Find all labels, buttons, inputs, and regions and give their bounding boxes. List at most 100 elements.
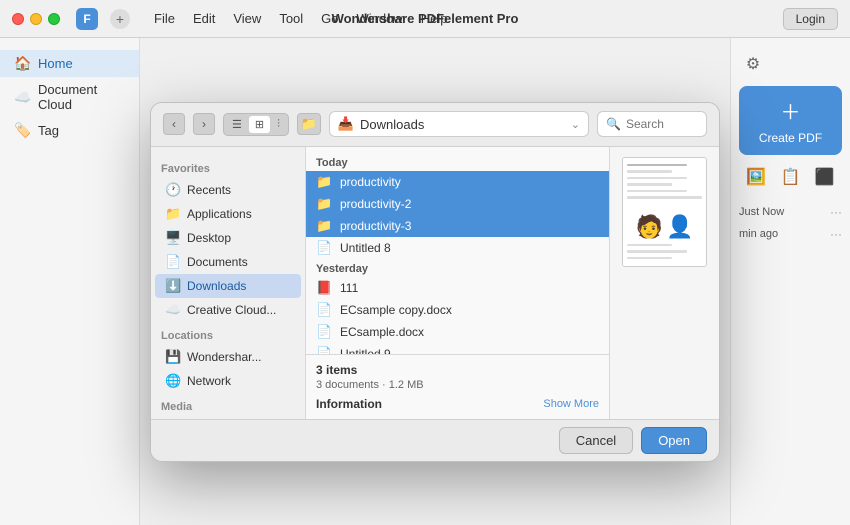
- recent-item-2: min ago ···: [739, 225, 842, 243]
- ds-documents[interactable]: 📄 Documents: [155, 250, 301, 274]
- view-toggle: ☰ ⊞ ⫶: [223, 113, 289, 136]
- preview-page: 🧑 👤: [623, 158, 706, 266]
- ds-recents[interactable]: 🕐 Recents: [155, 178, 301, 202]
- new-folder-button[interactable]: 📁: [297, 113, 321, 135]
- rp-icon-2[interactable]: 📋: [781, 167, 801, 187]
- location-label: Downloads: [360, 117, 424, 132]
- file-item-ecsample-copy[interactable]: 📄 ECsample copy.docx: [306, 299, 609, 321]
- recent-item-1: Just Now ···: [739, 203, 842, 221]
- view-grid-button[interactable]: ⊞: [249, 116, 270, 133]
- dialog-sidebar: Favorites 🕐 Recents 📁 Applications 🖥️ De…: [151, 147, 306, 419]
- sidebar-item-document-cloud[interactable]: ☁️ Document Cloud: [0, 77, 139, 117]
- ds-desktop[interactable]: 🖥️ Desktop: [155, 226, 301, 250]
- file-item-untitled8[interactable]: 📄 Untitled 8: [306, 237, 609, 259]
- sidebar-item-home[interactable]: 🏠 Home: [0, 50, 139, 77]
- desktop-icon: 🖥️: [165, 230, 181, 246]
- recent-time-2: min ago: [739, 228, 778, 240]
- search-icon: 🔍: [606, 117, 621, 131]
- login-button[interactable]: Login: [783, 8, 838, 30]
- create-pdf-button[interactable]: ＋ Create PDF: [739, 86, 842, 155]
- creative-cloud-icon: ☁️: [165, 302, 181, 318]
- recent-dots-2[interactable]: ···: [830, 227, 842, 241]
- app-body: 🏠 Home ☁️ Document Cloud 🏷️ Tag ‹ › ☰ ⊞ …: [0, 38, 850, 525]
- maximize-button[interactable]: [48, 13, 60, 25]
- search-input[interactable]: [626, 117, 706, 131]
- dialog-body: Favorites 🕐 Recents 📁 Applications 🖥️ De…: [151, 147, 719, 419]
- location-bar: 📥 Downloads ⌄: [329, 111, 589, 137]
- file-item-productivity3[interactable]: 📁 productivity-3: [306, 215, 609, 237]
- preview-line: [627, 183, 672, 186]
- file-label-productivity2: productivity-2: [340, 197, 411, 211]
- preview-image: 🧑 👤: [622, 157, 707, 267]
- preview-line: [627, 257, 672, 260]
- ds-wondershare[interactable]: 💾 Wondershar...: [155, 345, 301, 369]
- settings-button[interactable]: ⚙: [739, 50, 767, 78]
- information-label: Information: [316, 397, 382, 411]
- center-area: ‹ › ☰ ⊞ ⫶ 📁 📥 Downloads ⌄ 🔍: [140, 38, 730, 525]
- network-icon: 🌐: [165, 373, 181, 389]
- ds-network[interactable]: 🌐 Network: [155, 369, 301, 393]
- file-label-untitled8: Untitled 8: [340, 241, 391, 255]
- rp-icon-3[interactable]: ⬛: [815, 167, 835, 187]
- location-chevron-icon: ⌄: [571, 118, 580, 131]
- menu-view[interactable]: View: [225, 9, 269, 28]
- menu-file[interactable]: File: [146, 9, 183, 28]
- app-sidebar: 🏠 Home ☁️ Document Cloud 🏷️ Tag: [0, 38, 140, 525]
- ds-documents-label: Documents: [187, 255, 248, 269]
- downloads-icon: ⬇️: [165, 278, 181, 294]
- cloud-icon: ☁️: [14, 89, 30, 106]
- app-icon: F: [76, 8, 98, 30]
- preview-line: [627, 164, 687, 167]
- documents-icon: 📄: [165, 254, 181, 270]
- open-button[interactable]: Open: [641, 427, 707, 454]
- ds-applications-label: Applications: [187, 207, 252, 221]
- preview-figure-1: 🧑: [636, 214, 663, 240]
- forward-button[interactable]: ›: [193, 113, 215, 135]
- file-list-area: Today 📁 productivity 📁 productivity-2 📁 …: [306, 147, 609, 419]
- close-button[interactable]: [12, 13, 24, 25]
- rp-icon-1[interactable]: 🖼️: [746, 167, 766, 187]
- ds-creative-cloud[interactable]: ☁️ Creative Cloud...: [155, 298, 301, 322]
- doc-icon: 📄: [316, 302, 332, 318]
- right-panel: ⚙ ＋ Create PDF 🖼️ 📋 ⬛ Just Now ··· min a…: [730, 38, 850, 525]
- minimize-button[interactable]: [30, 13, 42, 25]
- app-title: Wondershare PDFelement Pro: [332, 11, 519, 26]
- file-item-productivity2[interactable]: 📁 productivity-2: [306, 193, 609, 215]
- location-icon: 📥: [338, 116, 354, 132]
- applications-icon: 📁: [165, 206, 181, 222]
- ds-applications[interactable]: 📁 Applications: [155, 202, 301, 226]
- show-more-button[interactable]: Show More: [543, 398, 599, 410]
- file-item-productivity[interactable]: 📁 productivity: [306, 171, 609, 193]
- doc-icon: 📄: [316, 346, 332, 354]
- view-columns-button[interactable]: ⫶: [271, 116, 286, 133]
- preview-line: [627, 250, 687, 253]
- info-section: 3 items 3 documents · 1.2 MB Information…: [306, 354, 609, 419]
- today-header: Today: [306, 153, 609, 171]
- file-label-untitled9: Untitled 9: [340, 347, 391, 354]
- dialog-footer: Cancel Open: [151, 419, 719, 461]
- cancel-button[interactable]: Cancel: [559, 427, 633, 454]
- file-item-111[interactable]: 📕 111: [306, 277, 609, 299]
- recent-time-1: Just Now: [739, 206, 784, 218]
- view-list-button[interactable]: ☰: [226, 116, 248, 133]
- new-tab-button[interactable]: +: [110, 9, 130, 29]
- file-label-ecsample-copy: ECsample copy.docx: [340, 303, 452, 317]
- title-bar: F + Wondershare PDFelement Pro File Edit…: [0, 0, 850, 38]
- file-item-ecsample[interactable]: 📄 ECsample.docx: [306, 321, 609, 343]
- preview-line: [627, 196, 702, 199]
- sidebar-item-tag[interactable]: 🏷️ Tag: [0, 117, 139, 144]
- ds-downloads[interactable]: ⬇️ Downloads: [155, 274, 301, 298]
- recents-icon: 🕐: [165, 182, 181, 198]
- menu-tool[interactable]: Tool: [271, 9, 311, 28]
- media-section-label: Media: [151, 393, 305, 416]
- pdf-icon: 📕: [316, 280, 332, 296]
- ds-recents-label: Recents: [187, 183, 231, 197]
- recent-dots-1[interactable]: ···: [830, 205, 842, 219]
- menu-edit[interactable]: Edit: [185, 9, 223, 28]
- file-item-untitled9[interactable]: 📄 Untitled 9: [306, 343, 609, 354]
- sidebar-label-tag: Tag: [38, 123, 59, 138]
- back-button[interactable]: ‹: [163, 113, 185, 135]
- sidebar-label-home: Home: [38, 56, 73, 71]
- doc-icon: 📄: [316, 324, 332, 340]
- traffic-lights: [12, 13, 60, 25]
